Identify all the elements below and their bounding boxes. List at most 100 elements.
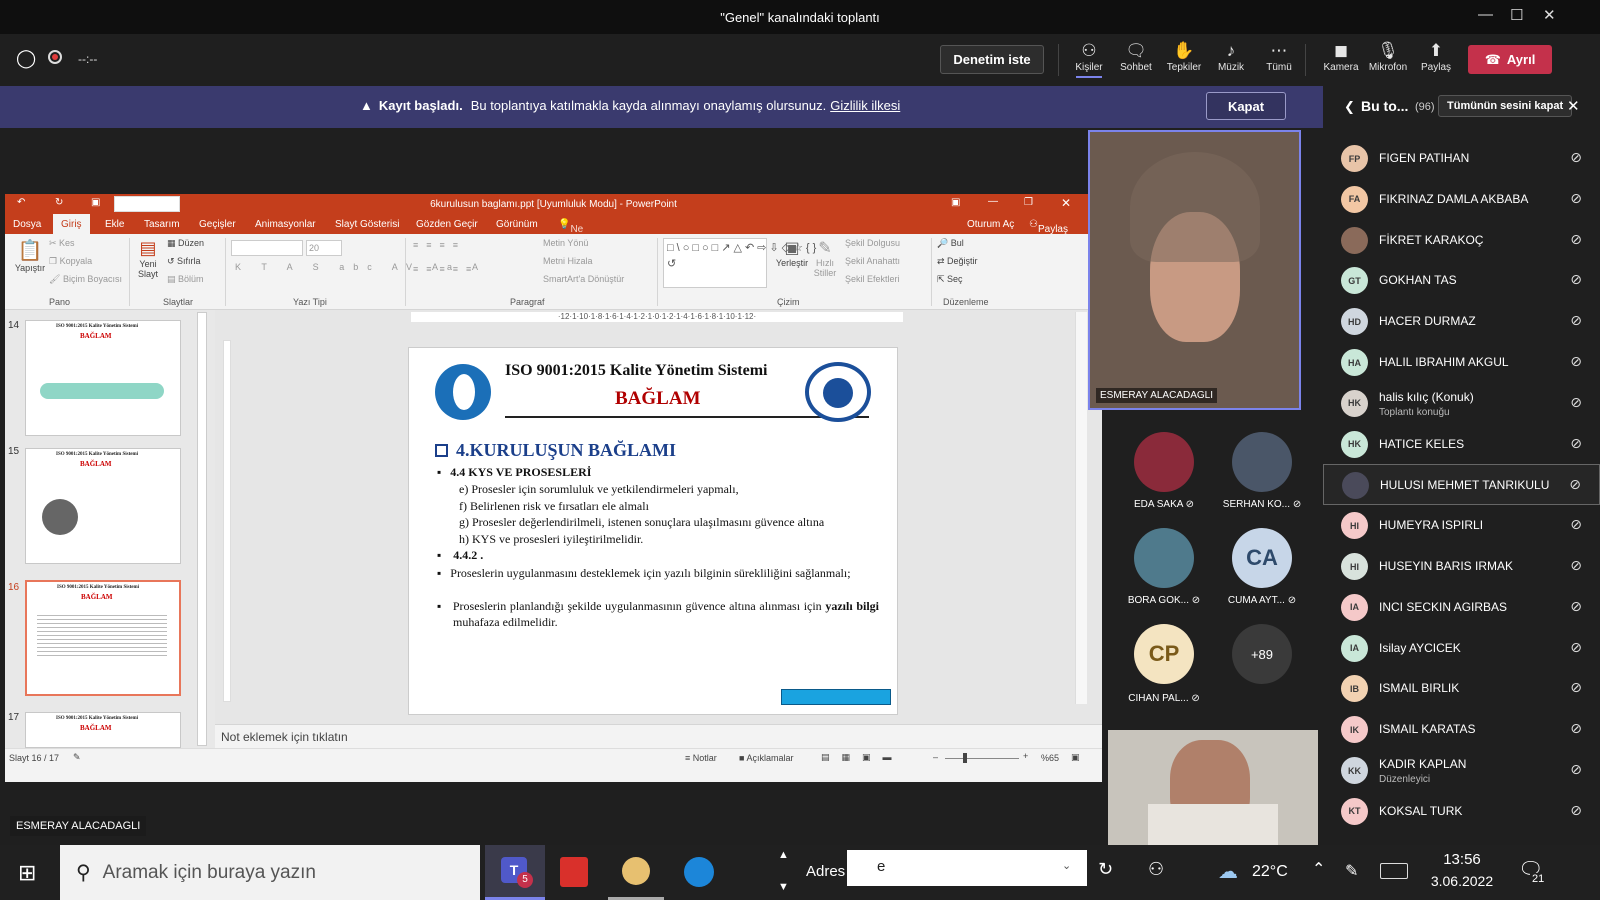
smartart-button[interactable]: SmartArt'a Dönüştür <box>543 274 624 284</box>
speaker-video[interactable]: ESMERAY ALACADAGLI <box>1088 130 1301 410</box>
mic-off-icon[interactable]: ⊘ <box>1570 679 1582 696</box>
ppt-share-button[interactable]: ⚇ Paylaş <box>1029 219 1068 235</box>
pen-icon[interactable]: ✎ <box>1345 861 1358 881</box>
font-size-select[interactable]: 20 <box>306 240 342 256</box>
mic-off-icon[interactable]: ⊘ <box>1570 353 1582 370</box>
spellcheck-icon[interactable]: ✎ <box>73 752 81 763</box>
cut-button[interactable]: ✂ Kes <box>49 238 75 249</box>
mic-off-icon[interactable]: ⊘ <box>1570 190 1582 207</box>
mute-all-button[interactable]: Tümünün sesini kapat <box>1438 95 1573 117</box>
windows-start-icon[interactable]: ⊞ <box>18 860 36 886</box>
participant-row[interactable]: IB ISMAIL BIRLIK ⊘ <box>1323 668 1600 709</box>
scroll-down-icon[interactable]: ▼ <box>778 881 789 893</box>
participant-row[interactable]: GT GOKHAN TAS ⊘ <box>1323 260 1600 301</box>
text-direction-button[interactable]: Metin Yönü <box>543 238 588 248</box>
tab-slideshow[interactable]: Slayt Gösterisi <box>335 219 399 230</box>
clock-time[interactable]: 13:56 <box>1430 851 1494 868</box>
share-button[interactable]: ⬆ Paylaş <box>1413 40 1459 73</box>
mic-off-icon[interactable]: ⊘ <box>1570 312 1582 329</box>
mic-off-icon[interactable]: ⊘ <box>1570 802 1582 819</box>
ribbon-options-icon[interactable]: ▣ <box>951 197 960 208</box>
leave-button[interactable]: ☎ Ayrıl <box>1468 45 1552 74</box>
zoom-level[interactable]: %65 <box>1041 753 1059 763</box>
mic-off-icon[interactable]: ⊘ <box>1570 231 1582 248</box>
self-video[interactable] <box>1108 730 1318 845</box>
undo-icon[interactable]: ↶ <box>17 197 25 208</box>
participant-row[interactable]: HULUSI MEHMET TANRIKULU ⊘ <box>1323 464 1600 506</box>
tab-review[interactable]: Gözden Geçir <box>416 219 478 230</box>
chevron-up-icon[interactable]: ⌃ <box>1312 859 1325 879</box>
copy-button[interactable]: ❐ Kopyala <box>49 256 92 267</box>
list-icons[interactable]: ≡≡≡≡ <box>413 240 466 250</box>
more-participants-button[interactable]: +89 <box>1232 624 1292 684</box>
mic-off-icon[interactable]: ⊘ <box>1570 557 1582 574</box>
layout-button[interactable]: ▦ Düzen <box>167 238 204 249</box>
serhan-avatar[interactable] <box>1232 432 1292 492</box>
present-icon[interactable]: ▣ <box>91 197 100 208</box>
zoom-out-icon[interactable]: – <box>933 752 938 762</box>
address-input[interactable]: e <box>847 850 1087 886</box>
shapes-gallery[interactable]: □\○□○□↗△↶⇨⇩◇☆{}↺ <box>663 238 816 288</box>
fit-slide-icon[interactable]: ▣ <box>1071 752 1080 763</box>
scroll-up-icon[interactable]: ▲ <box>778 849 789 861</box>
cuma-avatar[interactable]: CA <box>1232 528 1292 588</box>
thumbnails-scrollbar[interactable] <box>197 312 207 746</box>
participant-row[interactable]: IA INCI SECKIN AGIRBAS ⊘ <box>1323 587 1600 628</box>
slide-thumbnail-active[interactable]: ISO 9001:2015 Kalite Yönetim Sistemi BAĞ… <box>25 580 181 696</box>
weather-icon[interactable]: ☁ <box>1218 859 1238 884</box>
reactions-button[interactable]: ✋ Tepkiler <box>1161 40 1207 73</box>
tab-file[interactable]: Dosya <box>13 219 41 230</box>
camera-button[interactable]: ◼ Kamera <box>1318 40 1364 73</box>
slide-thumbnail[interactable]: ISO 9001:2015 Kalite Yönetim Sistemi BAĞ… <box>25 320 181 436</box>
zoom-thumb[interactable] <box>963 753 967 763</box>
comments-button[interactable]: ■ Açıklamalar <box>739 753 793 763</box>
edge-icon[interactable] <box>684 857 714 887</box>
participant-row[interactable]: HI HUSEYIN BARIS IRMAK ⊘ <box>1323 546 1600 587</box>
participant-row[interactable]: HA HALIL IBRAHIM AKGUL ⊘ <box>1323 342 1600 383</box>
bora-avatar[interactable] <box>1134 528 1194 588</box>
slide-canvas[interactable]: ISO 9001:2015 Kalite Yönetim Sistemi BAĞ… <box>408 347 898 715</box>
tab-design[interactable]: Tasarım <box>144 219 180 230</box>
mic-off-icon[interactable]: ⊘ <box>1570 394 1582 411</box>
mic-off-icon[interactable]: ⊘ <box>1570 271 1582 288</box>
eda-saka-avatar[interactable] <box>1134 432 1194 492</box>
tab-home[interactable]: Giriş <box>53 214 90 234</box>
arrange-button[interactable]: ▣ Yerleştir <box>775 238 809 268</box>
mic-off-icon[interactable]: ⊘ <box>1570 435 1582 452</box>
participant-row[interactable]: IA Isilay AYCICEK ⊘ <box>1323 628 1600 669</box>
temperature[interactable]: 22°C <box>1252 863 1288 881</box>
participant-row[interactable]: KT KOKSAL TURK ⊘ <box>1323 791 1600 832</box>
ppt-restore-icon[interactable]: ❐ <box>1024 197 1033 208</box>
mic-off-icon[interactable]: ⊘ <box>1570 598 1582 615</box>
participant-row[interactable]: HD HACER DURMAZ ⊘ <box>1323 301 1600 342</box>
close-panel-icon[interactable]: ✕ <box>1567 97 1580 115</box>
select-button[interactable]: ⇱ Seç <box>937 274 963 285</box>
minimize-icon[interactable]: — <box>1478 6 1493 23</box>
participant-row[interactable]: FİKRET KARAKOÇ ⊘ <box>1323 220 1600 261</box>
paint-taskbar-button[interactable] <box>608 845 664 900</box>
align-text-button[interactable]: Metni Hizala <box>543 256 593 266</box>
participant-row[interactable]: IK ISMAIL KARATAS ⊘ <box>1323 709 1600 750</box>
acrobat-icon[interactable] <box>560 857 588 887</box>
participant-row[interactable]: HK HATICE KELES ⊘ <box>1323 424 1600 465</box>
notes-button[interactable]: ≡ Notlar <box>685 753 717 763</box>
people-button[interactable]: ⚇ Kişiler <box>1066 40 1112 78</box>
privacy-link[interactable]: Gizlilik ilkesi <box>830 98 900 113</box>
font-family-select[interactable] <box>231 240 303 256</box>
teams-taskbar-button[interactable]: T 5 <box>485 845 545 900</box>
participant-row[interactable]: HI HUMEYRA ISPIRLI ⊘ <box>1323 505 1600 546</box>
find-button[interactable]: 🔎 Bul <box>937 238 964 249</box>
close-icon[interactable]: ✕ <box>1543 6 1556 24</box>
mic-off-icon[interactable]: ⊘ <box>1570 149 1582 166</box>
sign-in-link[interactable]: Oturum Aç <box>967 219 1014 230</box>
more-button[interactable]: ⋯ Tümü <box>1256 40 1302 73</box>
paste-button[interactable]: 📋 Yapıştır <box>13 238 47 273</box>
microphone-button[interactable]: 🎙 Mikrofon <box>1365 40 1411 73</box>
taskbar-search[interactable]: ⚲ Aramak için buraya yazın <box>60 845 480 900</box>
ppt-minimize-icon[interactable]: — <box>988 196 998 207</box>
align-icons[interactable]: ≡≡≡≡≡ <box>413 264 479 274</box>
participant-row[interactable]: FP FIGEN PATIHAN ⊘ <box>1323 138 1600 179</box>
participant-row[interactable]: FA FIKRINAZ DAMLA AKBABA ⊘ <box>1323 179 1600 220</box>
slide-scrollbar[interactable] <box>1075 312 1087 704</box>
tab-view[interactable]: Görünüm <box>496 219 538 230</box>
